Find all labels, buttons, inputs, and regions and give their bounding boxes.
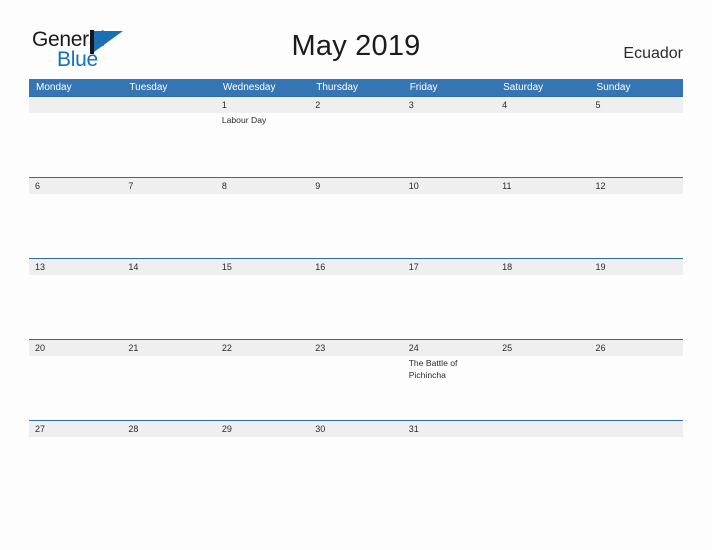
day-number: 28 xyxy=(128,424,139,434)
weekday-header-tuesday: Tuesday xyxy=(129,82,168,93)
day-number: 7 xyxy=(128,181,134,191)
day-number: 31 xyxy=(408,424,419,434)
day-cell-empty xyxy=(29,97,122,177)
day-cell-empty xyxy=(590,421,683,501)
day-cell[interactable]: 15 xyxy=(216,259,309,339)
page-title: May 2019 xyxy=(291,30,421,62)
calendar-week-row: 1 Labour Day 2 3 4 5 xyxy=(29,96,683,177)
calendar-week-row: 20 21 22 23 24 The Battle of Pichincha 25 26 xyxy=(29,339,683,420)
weekday-header-sunday: Sunday xyxy=(596,82,631,93)
day-cell[interactable]: 25 xyxy=(496,340,589,420)
day-cell[interactable]: 6 xyxy=(29,178,122,258)
day-number: 17 xyxy=(408,262,419,272)
day-number: 21 xyxy=(128,343,139,353)
week-days: 6 7 8 9 10 11 12 xyxy=(29,178,683,258)
day-number: 24 xyxy=(408,343,419,353)
day-number: 14 xyxy=(128,262,139,272)
day-number: 6 xyxy=(35,181,41,191)
weekday-header-row: Monday Tuesday Wednesday Thursday Friday Satu… xyxy=(29,79,683,96)
day-cell[interactable]: 16 xyxy=(309,259,402,339)
day-number: 4 xyxy=(502,100,508,110)
day-cell[interactable]: 22 xyxy=(216,340,309,420)
day-number: 10 xyxy=(408,181,419,191)
day-number: 12 xyxy=(595,181,606,191)
day-cell[interactable]: 7 xyxy=(122,178,215,258)
day-number: 18 xyxy=(502,262,513,272)
day-cell[interactable]: 18 xyxy=(496,259,589,339)
weekday-header-saturday: Saturday xyxy=(503,82,544,93)
day-number: 13 xyxy=(35,262,46,272)
day-number: 26 xyxy=(595,343,606,353)
day-cell[interactable]: 20 xyxy=(29,340,122,420)
day-cell[interactable]: 27 xyxy=(29,421,122,501)
holiday-label: The Battle of Pichincha xyxy=(408,358,458,380)
day-number: 27 xyxy=(35,424,46,434)
day-number: 20 xyxy=(35,343,46,353)
weekday-header-thursday: Thursday xyxy=(316,82,358,93)
day-number: 5 xyxy=(595,100,601,110)
day-cell[interactable]: 3 xyxy=(403,97,496,177)
calendar-weeks: 1 Labour Day 2 3 4 5 6 7 8 9 10 11 12 13 14 15 16 17 18 19 2… xyxy=(29,96,683,501)
day-cell-empty xyxy=(122,97,215,177)
holiday-label: Labour Day xyxy=(221,115,267,125)
day-number: 23 xyxy=(315,343,326,353)
day-cell[interactable]: 4 xyxy=(496,97,589,177)
week-days: 13 14 15 16 17 18 19 xyxy=(29,259,683,339)
calendar-week-row: 27 28 29 30 31 xyxy=(29,420,683,501)
day-cell[interactable]: 30 xyxy=(309,421,402,501)
day-cell[interactable]: 31 xyxy=(403,421,496,501)
day-number: 3 xyxy=(408,100,414,110)
day-cell[interactable]: 13 xyxy=(29,259,122,339)
day-number: 16 xyxy=(315,262,326,272)
day-cell[interactable]: 2 xyxy=(309,97,402,177)
week-days: 27 28 29 30 31 xyxy=(29,421,683,501)
day-number: 11 xyxy=(502,181,512,191)
day-cell[interactable]: 19 xyxy=(590,259,683,339)
day-number: 25 xyxy=(502,343,513,353)
calendar-week-row: 6 7 8 9 10 11 12 xyxy=(29,177,683,258)
day-number: 22 xyxy=(221,343,232,353)
day-cell[interactable]: 10 xyxy=(403,178,496,258)
day-cell[interactable]: 11 xyxy=(496,178,589,258)
day-cell[interactable]: 12 xyxy=(590,178,683,258)
day-cell[interactable]: 24 The Battle of Pichincha xyxy=(403,340,496,420)
day-cell[interactable]: 1 Labour Day xyxy=(216,97,309,177)
day-number: 19 xyxy=(595,262,606,272)
weekday-header-wednesday: Wednesday xyxy=(222,82,276,93)
weekday-header-friday: Friday xyxy=(409,82,438,93)
day-cell[interactable]: 23 xyxy=(309,340,402,420)
calendar-page: General Blue May 2019 Ecuador Monday Tues… xyxy=(0,0,712,550)
day-number: 9 xyxy=(315,181,321,191)
day-cell[interactable]: 14 xyxy=(122,259,215,339)
country-label: Ecuador xyxy=(623,45,683,62)
week-days: 20 21 22 23 24 The Battle of Pichincha 25 26 xyxy=(29,340,683,420)
day-number: 8 xyxy=(221,181,227,191)
day-number: 2 xyxy=(315,100,321,110)
day-number: 1 xyxy=(221,100,227,110)
calendar-week-row: 13 14 15 16 17 18 19 xyxy=(29,258,683,339)
day-cell[interactable]: 26 xyxy=(590,340,683,420)
day-cell[interactable]: 21 xyxy=(122,340,215,420)
day-number: 15 xyxy=(221,262,232,272)
day-number: 29 xyxy=(221,424,232,434)
day-cell[interactable]: 17 xyxy=(403,259,496,339)
week-days: 1 Labour Day 2 3 4 5 xyxy=(29,97,683,177)
day-cell-empty xyxy=(496,421,589,501)
day-cell[interactable]: 28 xyxy=(122,421,215,501)
day-cell[interactable]: 29 xyxy=(216,421,309,501)
day-cell[interactable]: 5 xyxy=(590,97,683,177)
page-header: General Blue May 2019 Ecuador xyxy=(0,0,712,79)
weekday-header-monday: Monday xyxy=(36,82,72,93)
day-cell[interactable]: 8 xyxy=(216,178,309,258)
calendar-grid: Monday Tuesday Wednesday Thursday Friday Satu… xyxy=(29,79,683,501)
day-cell[interactable]: 9 xyxy=(309,178,402,258)
day-number: 30 xyxy=(315,424,326,434)
